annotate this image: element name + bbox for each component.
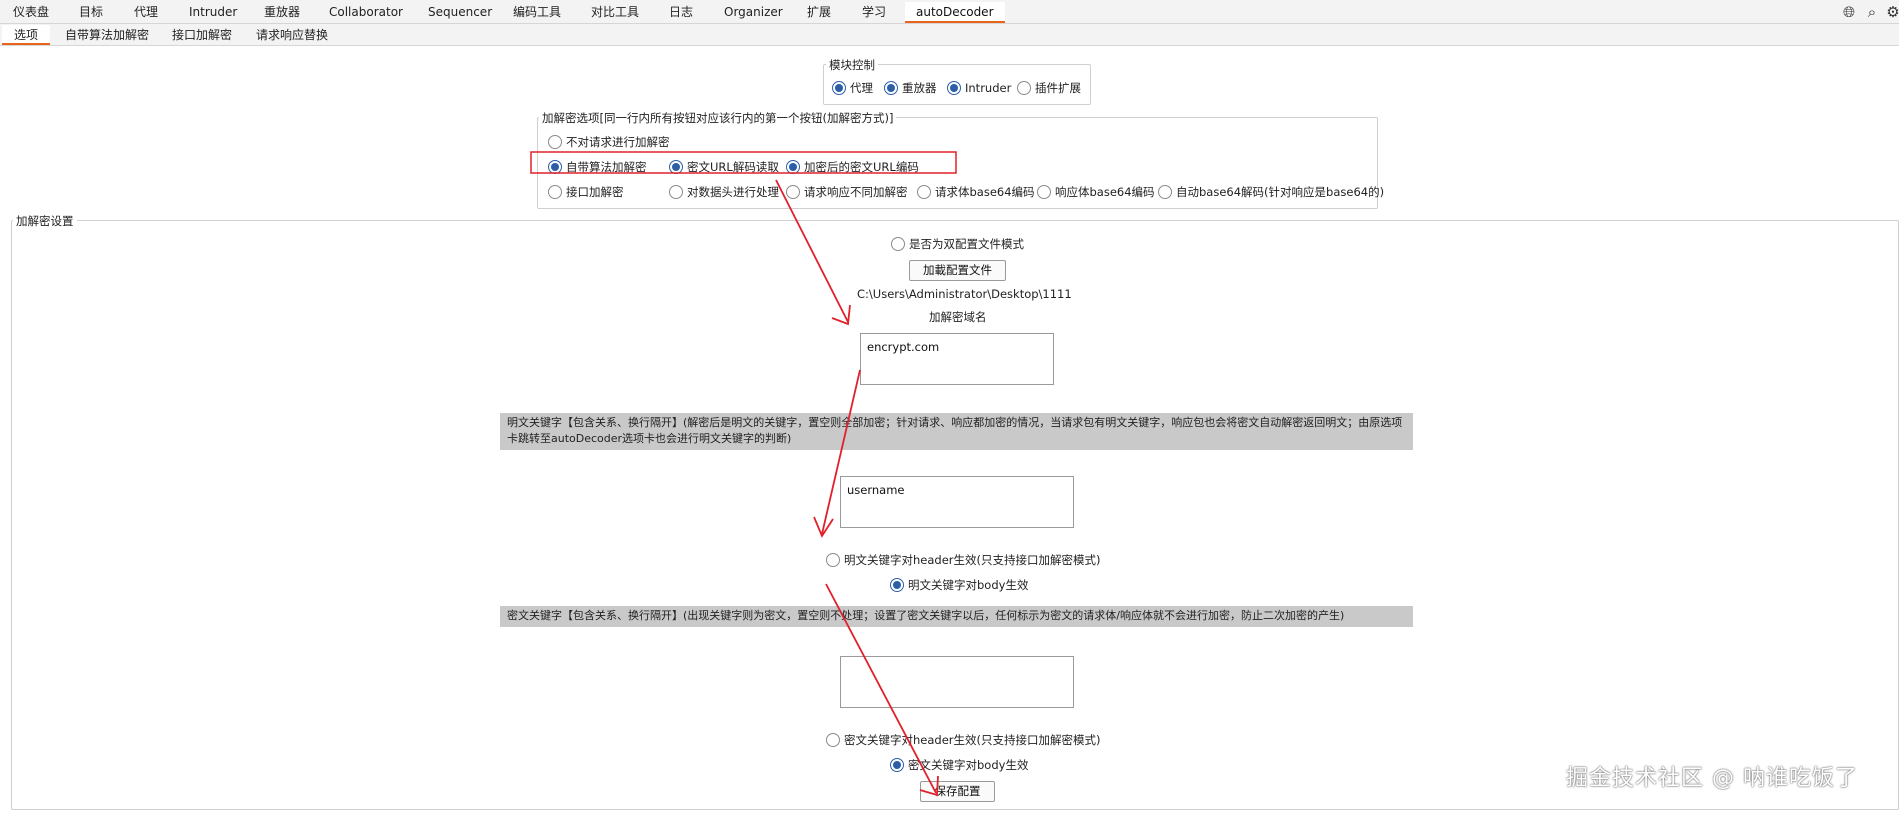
- annotation-highlight-box: [530, 151, 957, 174]
- annotation-arrow-3: [825, 583, 937, 794]
- watermark: 掘金技术社区 @ 呐谁吃饭了: [1566, 766, 1858, 791]
- annotation-arrow-1: [775, 179, 849, 323]
- annotation-overlay: [530, 151, 957, 797]
- annotation-arrow-2: [821, 369, 861, 535]
- annotation-arrows: [775, 179, 939, 797]
